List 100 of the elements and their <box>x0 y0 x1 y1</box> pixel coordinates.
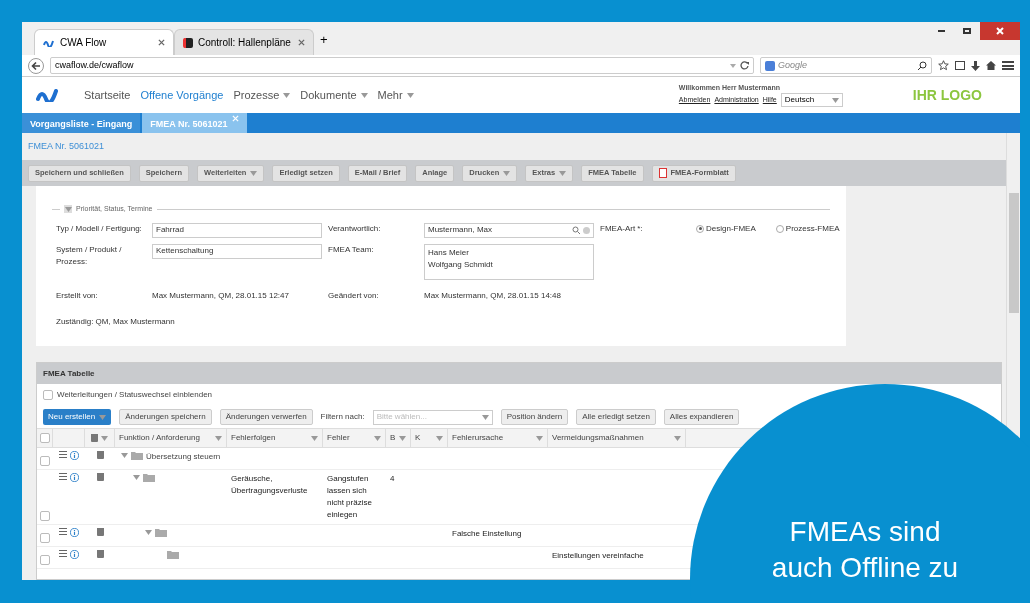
radio-option[interactable]: Design-FMEA <box>696 222 756 235</box>
star-icon[interactable] <box>938 60 949 71</box>
type-field[interactable]: Fahrrad <box>152 222 322 238</box>
table-toolbar-button[interactable]: Alle erledigt setzen <box>576 409 656 425</box>
caret-icon <box>559 170 567 176</box>
browser-tab[interactable]: CWA Flow <box>34 29 174 55</box>
drag-handle-icon[interactable] <box>59 528 67 535</box>
field-label: FMEA-Art *: <box>600 222 644 235</box>
download-icon[interactable] <box>971 60 980 71</box>
info-icon[interactable] <box>70 528 79 537</box>
collapse-toggle[interactable] <box>64 205 72 214</box>
language-select[interactable]: Deutsch <box>780 93 843 108</box>
dropdown-arrow-icon[interactable] <box>730 63 736 68</box>
table-cell: Einstellungen vereinfache <box>552 551 644 560</box>
column-header[interactable]: Fehler <box>323 429 386 447</box>
nav-link[interactable]: Prozesse <box>233 86 291 104</box>
folder-icon <box>143 473 155 482</box>
caret-icon <box>481 414 489 420</box>
panel-title: FMEA Tabelle <box>43 367 95 380</box>
search-field[interactable]: Google <box>760 57 932 74</box>
info-icon[interactable] <box>70 451 79 460</box>
browser-tab[interactable]: Controll: Hallenpläne <box>174 29 314 55</box>
logo-text: IHR LOGO <box>912 85 982 105</box>
new-button[interactable]: Neu erstellen <box>43 409 112 425</box>
close-icon <box>996 27 1004 35</box>
radio-option[interactable]: Prozess-FMEA <box>775 222 840 235</box>
checkbox[interactable] <box>40 533 50 543</box>
window-close-button[interactable] <box>980 22 1020 40</box>
expand-caret-icon[interactable] <box>145 530 152 535</box>
field-value: Max Mustermann, QM, 28.01.15 12:47 <box>152 289 290 302</box>
nav-link[interactable]: Offene Vorgänge <box>140 86 224 104</box>
drag-handle-icon[interactable] <box>59 550 67 557</box>
home-icon[interactable] <box>986 61 996 70</box>
nav-link[interactable]: Startseite <box>84 86 131 104</box>
table-toolbar-button[interactable]: Alles expandieren <box>663 409 740 425</box>
menu-icon[interactable] <box>1002 61 1014 70</box>
trash-icon[interactable] <box>96 528 104 536</box>
field-label: Verantwortlich: <box>328 222 382 235</box>
bookmarks-icon[interactable] <box>955 61 965 70</box>
trash-icon[interactable] <box>96 451 104 459</box>
column-header[interactable]: Fehlerursache <box>448 429 548 447</box>
back-button[interactable] <box>28 57 44 74</box>
system-field[interactable]: Kettenschaltung <box>152 243 322 259</box>
overlay-text: auch Offline zu <box>771 551 959 585</box>
column-header[interactable]: B <box>386 429 411 447</box>
caret-icon <box>311 435 318 441</box>
table-toolbar-button[interactable]: Änderungen speichern <box>119 409 212 425</box>
checkbox[interactable] <box>39 433 50 443</box>
column-header[interactable]: K <box>411 429 448 447</box>
nav-link[interactable]: Dokumente <box>300 86 368 104</box>
pdf-icon <box>658 168 667 178</box>
caret-icon <box>250 170 258 176</box>
checkbox[interactable] <box>40 555 50 565</box>
column-header[interactable]: Fehlerfolgen <box>227 429 323 447</box>
caret-icon <box>674 435 681 441</box>
caret-icon <box>536 435 543 441</box>
page-title: FMEA Nr. 5061021 <box>28 139 105 153</box>
table-toolbar-button[interactable]: Änderungen verwerfen <box>219 409 313 425</box>
nav-link[interactable]: Mehr <box>377 86 414 104</box>
drag-handle-icon[interactable] <box>59 473 67 480</box>
checkbox[interactable] <box>43 390 53 400</box>
field-label: Geändert von: <box>328 289 380 302</box>
field-value: Max Mustermann, QM, 28.01.15 14:48 <box>424 289 562 302</box>
table-cell: Geräusche, Übertragungsverluste <box>231 474 308 495</box>
caret-icon <box>399 435 406 441</box>
table-toolbar-button[interactable]: Position ändern <box>500 409 569 425</box>
new-tab-button[interactable]: + <box>320 29 328 49</box>
close-icon[interactable] <box>158 39 165 46</box>
search-engine-icon <box>765 60 775 71</box>
caret-icon <box>374 435 381 441</box>
search-icon[interactable] <box>918 61 927 70</box>
wave-logo-icon <box>36 88 60 102</box>
folder-icon <box>155 528 167 537</box>
filter-label: Filtern nach: <box>320 411 365 423</box>
reload-icon[interactable] <box>740 61 749 70</box>
trash-icon[interactable] <box>96 473 104 481</box>
folder-icon <box>131 451 143 460</box>
info-icon[interactable] <box>70 473 79 482</box>
app-icon <box>183 37 193 48</box>
trash-icon[interactable] <box>96 550 104 558</box>
responsible-text: Zuständig: QM, Max Mustermann <box>56 315 176 328</box>
drag-handle-icon[interactable] <box>59 451 67 458</box>
search-placeholder: Google <box>778 58 809 72</box>
team-field[interactable]: Hans Meier Wolfgang Schmidt <box>424 243 594 280</box>
checkbox[interactable] <box>40 511 50 521</box>
column-header[interactable]: Funktion / Anforderung <box>115 429 227 447</box>
tab-label: Controll: Hallenpläne <box>198 36 292 50</box>
expand-caret-icon[interactable] <box>133 475 140 480</box>
wave-logo-icon <box>43 38 55 47</box>
info-icon[interactable] <box>70 550 79 559</box>
checkbox[interactable] <box>40 456 50 466</box>
table-cell: Gangstufen lassen sich nicht präzise einlegen <box>327 474 372 519</box>
close-icon[interactable] <box>298 39 305 46</box>
column-header[interactable]: Vermeidungsmaßnahmen <box>548 429 686 447</box>
address-field[interactable]: cwaflow.de/cwaflow <box>50 57 754 74</box>
caret-icon <box>64 206 72 212</box>
overlay-text: FMEAs sind <box>789 515 941 549</box>
expand-caret-icon[interactable] <box>121 453 128 458</box>
field-label: Typ / Modell / Fertigung: <box>56 222 143 235</box>
scrollbar-thumb[interactable] <box>1008 193 1019 313</box>
